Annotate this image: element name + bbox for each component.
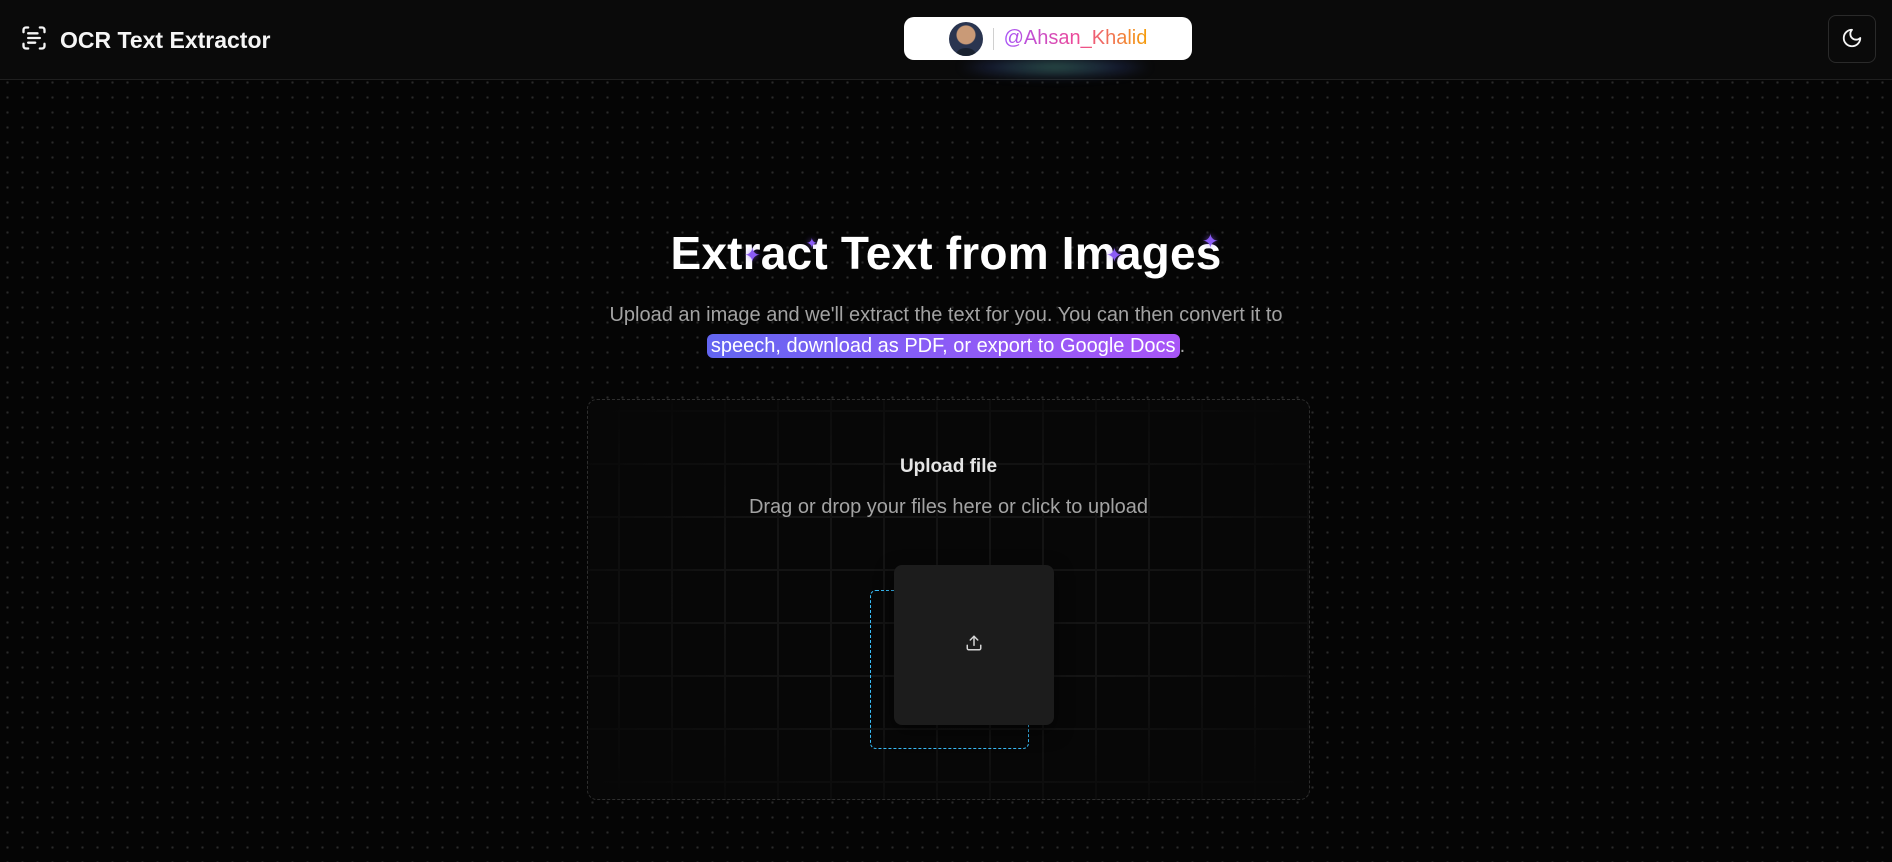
subtitle-text: Upload an image and we'll extract the te… xyxy=(609,304,1283,326)
upload-title: Upload file xyxy=(899,456,998,477)
hero-subtitle: Upload an image and we'll extract the te… xyxy=(560,300,1332,362)
subtitle-highlight: speech, download as PDF, or export to Go… xyxy=(706,334,1180,358)
sparkle-icon: ✦ xyxy=(1202,231,1219,253)
upload-icon xyxy=(965,634,983,657)
upload-dropzone[interactable]: Upload file Drag or drop your files here… xyxy=(587,399,1310,800)
profile-handle: @Ahsan_Khalid xyxy=(1003,27,1148,49)
scan-text-icon xyxy=(20,24,48,57)
brand[interactable]: OCR Text Extractor xyxy=(20,24,270,57)
upload-button[interactable] xyxy=(894,565,1054,725)
subtitle-end: . xyxy=(1179,335,1186,357)
profile-link[interactable]: @Ahsan_Khalid xyxy=(904,17,1192,60)
upload-description: Drag or drop your files here or click to… xyxy=(748,496,1149,518)
sparkle-icon: ✦ xyxy=(806,235,818,251)
top-navbar: OCR Text Extractor @Ahsan_Khalid xyxy=(0,0,1892,80)
moon-icon xyxy=(1841,27,1863,52)
sparkle-icon: ✦ xyxy=(1106,245,1123,267)
user-avatar xyxy=(948,21,983,56)
pill-divider xyxy=(992,27,994,50)
theme-toggle-button[interactable] xyxy=(1828,15,1876,63)
sparkle-icon: ✦ xyxy=(744,245,761,267)
app-title: OCR Text Extractor xyxy=(60,27,271,53)
hero-title: Extract Text from Images xyxy=(670,227,1222,279)
